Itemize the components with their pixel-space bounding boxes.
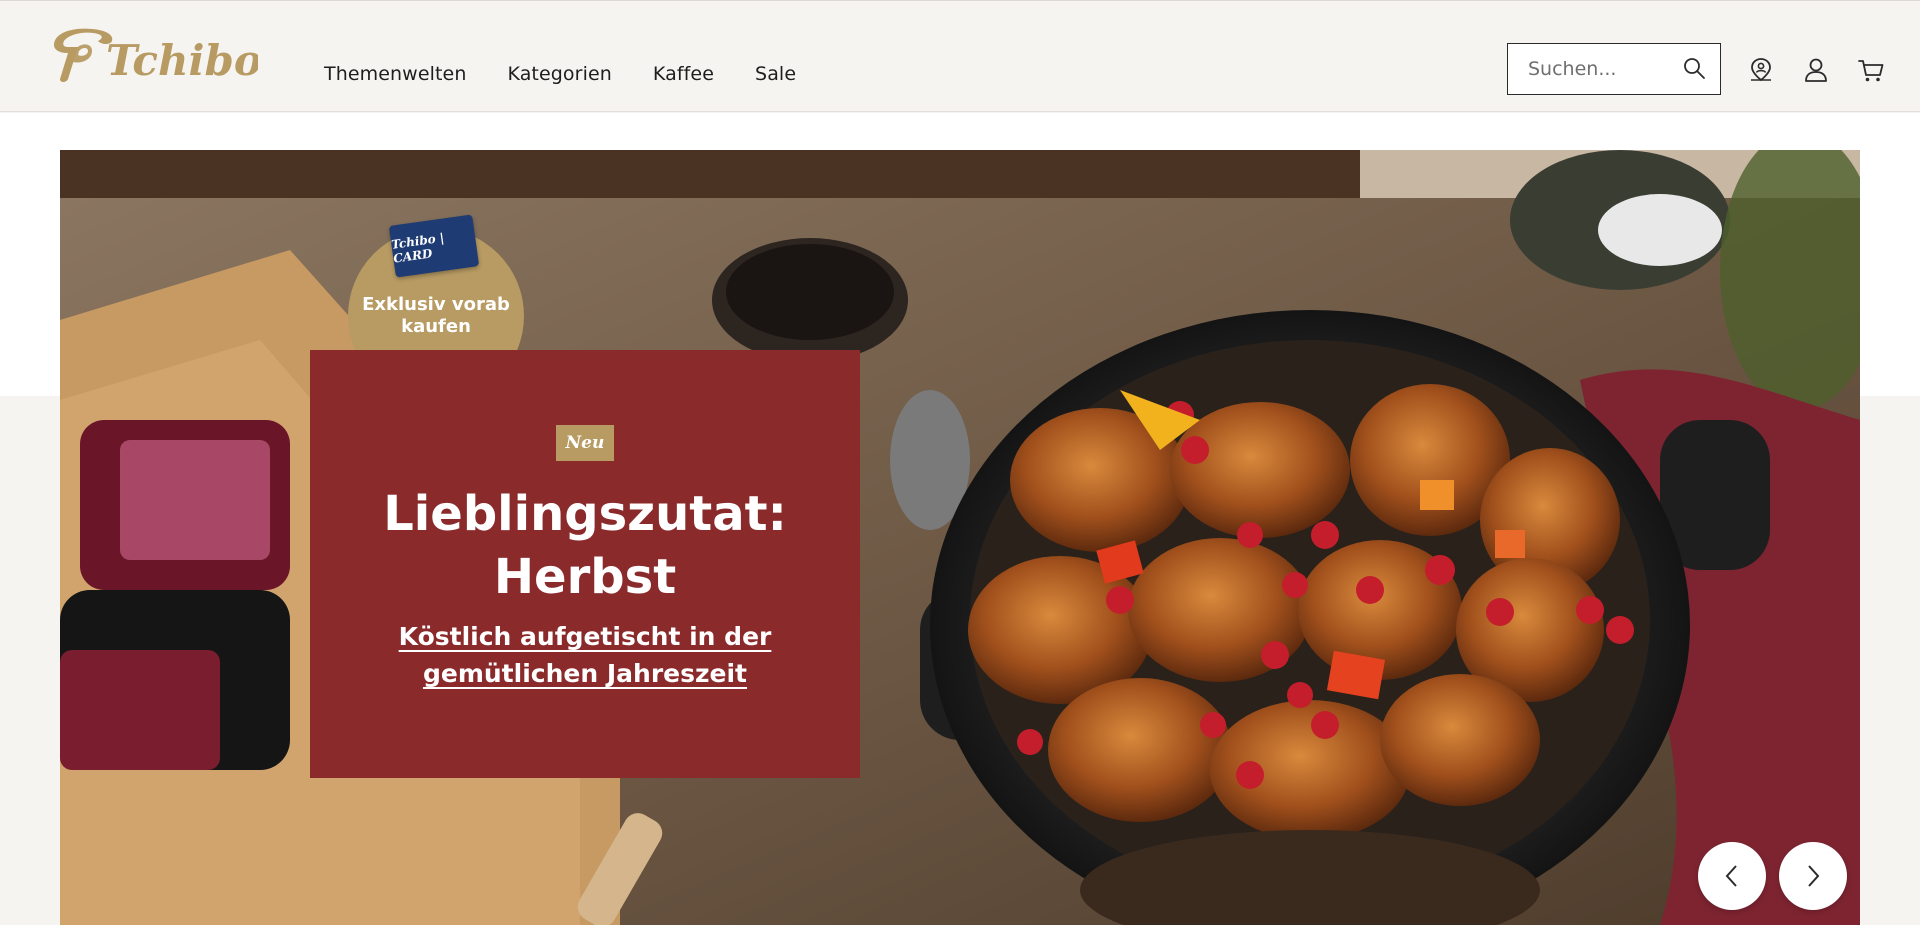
site-header: Tchibo Themenwelten Kategorien Kaffee Sa… [0, 0, 1920, 112]
carousel-prev-button[interactable] [1698, 842, 1766, 910]
main-nav: Themenwelten Kategorien Kaffee Sale [324, 63, 837, 85]
exclusive-badge-text: Exklusiv vorab kaufen [362, 294, 510, 337]
card-chip-label: Tchibo | CARD [390, 230, 445, 266]
search-box [1507, 43, 1721, 95]
search-input[interactable] [1508, 44, 1678, 93]
tchibo-logo[interactable]: Tchibo [48, 23, 258, 87]
account-icon[interactable] [1802, 56, 1830, 84]
nav-item-kategorien[interactable]: Kategorien [507, 63, 611, 85]
cart-icon[interactable] [1857, 56, 1885, 84]
tchibo-logo-icon: Tchibo [54, 28, 258, 85]
nav-item-sale[interactable]: Sale [755, 63, 796, 85]
carousel-next-button[interactable] [1779, 842, 1847, 910]
chevron-left-icon [1725, 865, 1737, 887]
search-icon[interactable] [1682, 56, 1706, 80]
hero-banner[interactable]: Tchibo | CARD Exklusiv vorab kaufen Neu … [60, 150, 1860, 925]
store-locator-icon[interactable] [1747, 56, 1775, 84]
chevron-right-icon [1808, 865, 1820, 887]
nav-item-themenwelten[interactable]: Themenwelten [324, 63, 466, 85]
promo-title: Lieblingszutat: Herbst [383, 486, 787, 605]
svg-text:Tchibo: Tchibo [106, 36, 258, 85]
promo-panel[interactable]: Neu Lieblingszutat: Herbst Köstlich aufg… [310, 350, 860, 778]
new-tag: Neu [556, 425, 614, 461]
promo-link[interactable]: Köstlich aufgetischt in der gemütlichen … [370, 618, 800, 692]
nav-item-kaffee[interactable]: Kaffee [653, 63, 714, 85]
